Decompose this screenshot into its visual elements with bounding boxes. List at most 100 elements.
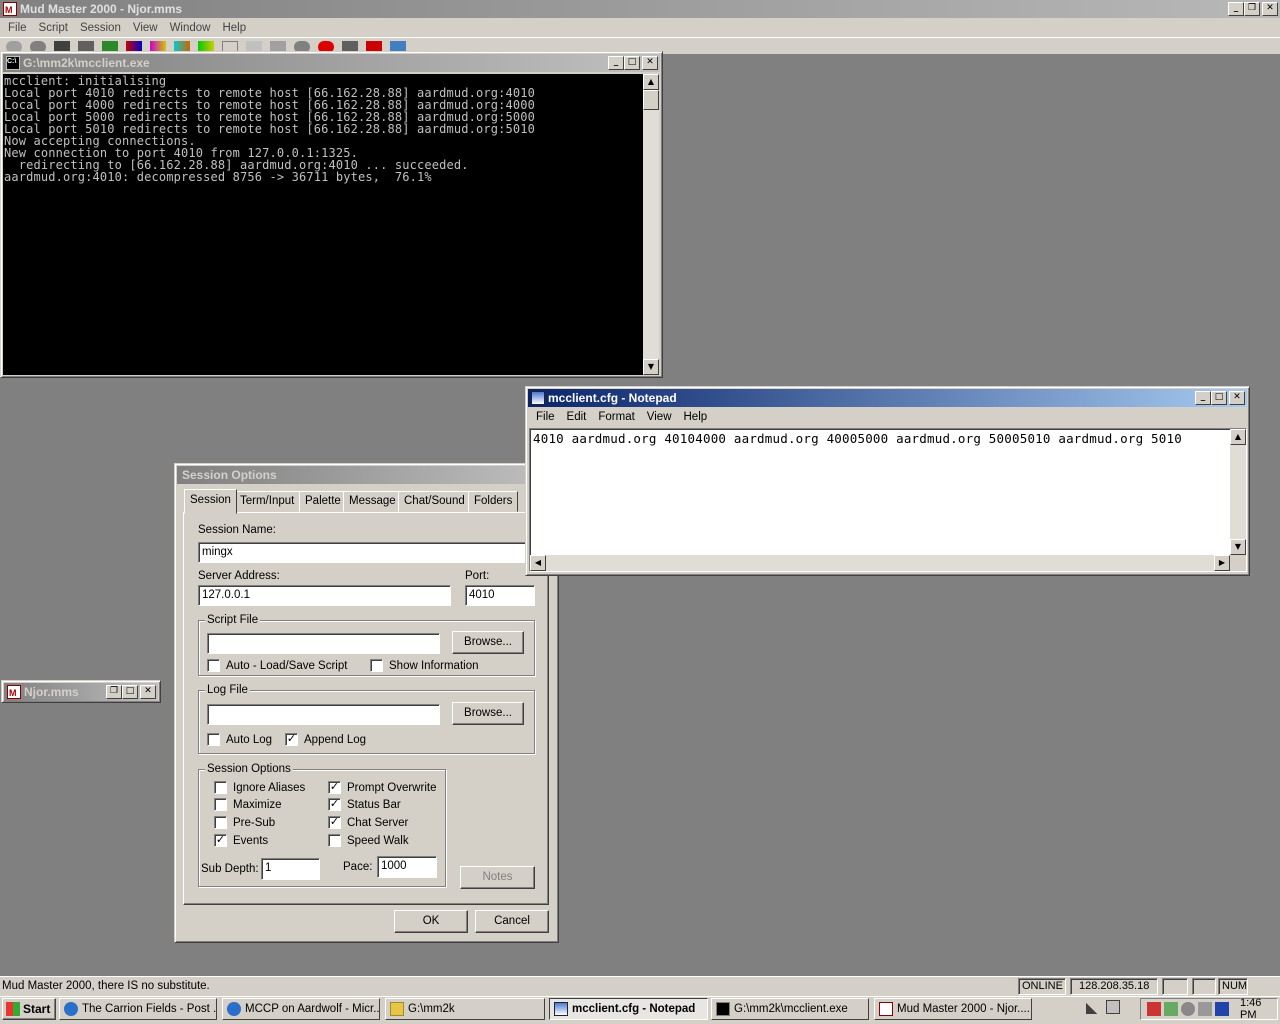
events-row[interactable]: ✓ Events (214, 832, 268, 849)
minimized-session-window[interactable]: M Njor.mms ❐ □ ✕ (1, 680, 161, 703)
ignore-aliases-label: Ignore Aliases (233, 781, 306, 794)
notepad-minimize-button[interactable]: _ (1195, 391, 1211, 405)
tab-message[interactable]: Message (343, 491, 402, 512)
scroll-right-arrow-icon[interactable]: ▶ (1214, 555, 1230, 571)
append-log-checkbox[interactable]: ✓ (285, 733, 298, 746)
taskbar-item-console[interactable]: G:\mm2k\mcclient.exe (711, 998, 869, 1020)
notepad-hscroll[interactable]: ◀ ▶ (530, 555, 1230, 571)
auto-log-checkbox-row[interactable]: Auto Log (207, 731, 272, 748)
pace-field[interactable]: 1000 (377, 856, 437, 878)
notepad-menu-help[interactable]: Help (678, 411, 714, 423)
maximize-row[interactable]: Maximize (214, 796, 282, 813)
log-file-field[interactable] (207, 704, 440, 725)
auto-load-checkbox-row[interactable]: Auto - Load/Save Script (207, 657, 347, 674)
cancel-button[interactable]: Cancel (475, 910, 549, 933)
notepad-close-button[interactable]: ✕ (1229, 391, 1245, 405)
auto-load-checkbox[interactable] (207, 659, 220, 672)
disk-tray-icon[interactable] (1181, 1002, 1195, 1016)
pen-icon[interactable] (1086, 1000, 1100, 1014)
chat-server-checkbox[interactable]: ✓ (328, 816, 341, 829)
notes-button[interactable]: Notes (460, 866, 535, 889)
notepad-vscroll[interactable]: ▲ ▼ (1230, 429, 1246, 555)
dialog-title-bar[interactable]: Session Options (177, 466, 556, 484)
scroll-left-arrow-icon[interactable]: ◀ (530, 555, 546, 571)
speed-walk-row[interactable]: Speed Walk (328, 832, 409, 849)
ignore-aliases-row[interactable]: Ignore Aliases (214, 779, 305, 796)
size-grip-icon[interactable] (1230, 555, 1246, 571)
notepad-menu-format[interactable]: Format (592, 411, 640, 423)
tab-chat-sound[interactable]: Chat/Sound (398, 491, 471, 512)
menu-view[interactable]: View (127, 22, 164, 34)
volume-tray-icon[interactable] (1198, 1002, 1212, 1016)
session-name-field[interactable]: mingx (198, 542, 535, 563)
tab-folders[interactable]: Folders (468, 491, 519, 512)
menu-script[interactable]: Script (33, 22, 74, 34)
log-browse-button[interactable]: Browse... (452, 702, 524, 725)
script-browse-button[interactable]: Browse... (452, 631, 524, 654)
port-field[interactable]: 4010 (465, 585, 535, 606)
notepad-menu-edit[interactable]: Edit (561, 411, 593, 423)
prompt-overwrite-checkbox[interactable]: ✓ (328, 781, 341, 794)
console-title-bar[interactable]: C:\ G:\mm2k\mcclient.exe _ □ ✕ (3, 54, 660, 72)
events-label: Events (233, 834, 269, 847)
restore-button[interactable]: ❐ (1244, 2, 1260, 16)
menu-help[interactable]: Help (216, 22, 252, 34)
menu-session[interactable]: Session (74, 22, 127, 34)
status-bar-row[interactable]: ✓ Status Bar (328, 796, 401, 813)
script-file-field[interactable] (207, 633, 440, 654)
maximize-button[interactable]: □ (122, 685, 138, 699)
console-close-button[interactable]: ✕ (642, 56, 658, 70)
scroll-up-arrow-icon[interactable]: ▲ (643, 74, 659, 90)
restore-button[interactable]: ❐ (106, 685, 122, 699)
pre-sub-row[interactable]: Pre-Sub (214, 814, 275, 831)
notepad-maximize-button[interactable]: □ (1211, 391, 1227, 405)
scroll-down-arrow-icon[interactable]: ▼ (643, 359, 659, 375)
scroll-down-arrow-icon[interactable]: ▼ (1230, 539, 1246, 555)
notepad-menu-view[interactable]: View (641, 411, 678, 423)
minimize-button[interactable]: _ (1228, 2, 1244, 16)
close-button[interactable]: ✕ (140, 685, 156, 699)
shield-icon[interactable] (1215, 1002, 1229, 1016)
notepad-text-area[interactable]: 4010 aardmud.org 40104000 aardmud.org 40… (529, 428, 1247, 572)
console-maximize-button[interactable]: □ (624, 56, 640, 70)
tab-palette[interactable]: Palette (299, 491, 347, 512)
tab-term-input[interactable]: Term/Input (234, 491, 301, 512)
sub-depth-field[interactable]: 1 (261, 858, 320, 880)
network-tray-icon[interactable] (1164, 1002, 1178, 1016)
close-button[interactable]: ✕ (1262, 2, 1278, 16)
menu-window[interactable]: Window (164, 22, 217, 34)
console-output[interactable]: mcclient: initialising Local port 4010 r… (3, 74, 643, 375)
taskbar-item-carrion[interactable]: The Carrion Fields - Post ... (59, 998, 217, 1020)
taskbar-item-mccp[interactable]: MCCP on Aardwolf - Micr... (222, 998, 380, 1020)
prompt-overwrite-row[interactable]: ✓ Prompt Overwrite (328, 779, 436, 796)
show-info-checkbox-row[interactable]: Show Information (370, 657, 479, 674)
mm2k-tray-icon[interactable] (1147, 1002, 1161, 1016)
maximize-checkbox[interactable] (214, 798, 227, 811)
speed-walk-checkbox[interactable] (328, 834, 341, 847)
console-minimize-button[interactable]: _ (608, 56, 624, 70)
auto-log-checkbox[interactable] (207, 733, 220, 746)
ok-button[interactable]: OK (394, 910, 468, 933)
show-info-checkbox[interactable] (370, 659, 383, 672)
main-title-bar[interactable]: M Mud Master 2000 - Njor.mms _ ❐ ✕ (0, 0, 1280, 18)
start-button[interactable]: Start (2, 998, 56, 1020)
notepad-menu-file[interactable]: File (530, 411, 561, 423)
tab-session[interactable]: Session (184, 489, 237, 514)
clock[interactable]: 1:46 PM (1240, 997, 1277, 1021)
pre-sub-checkbox[interactable] (214, 816, 227, 829)
scroll-up-arrow-icon[interactable]: ▲ (1230, 429, 1246, 445)
ignore-aliases-checkbox[interactable] (214, 781, 227, 794)
display-icon[interactable] (1106, 1000, 1120, 1014)
server-address-field[interactable]: 127.0.0.1 (198, 585, 451, 606)
taskbar-item-mm2k[interactable]: Mud Master 2000 - Njor.... (874, 998, 1032, 1020)
events-checkbox[interactable]: ✓ (214, 834, 227, 847)
chat-server-row[interactable]: ✓ Chat Server (328, 814, 408, 831)
menu-file[interactable]: File (2, 22, 33, 34)
scroll-thumb[interactable] (643, 90, 659, 110)
taskbar-item-folder[interactable]: G:\mm2k (385, 998, 545, 1020)
taskbar-item-notepad[interactable]: mcclient.cfg - Notepad (549, 998, 708, 1020)
status-bar-checkbox[interactable]: ✓ (328, 798, 341, 811)
notepad-title-bar[interactable]: mcclient.cfg - Notepad _ □ ✕ (528, 389, 1247, 407)
console-scrollbar[interactable]: ▲ ▼ (643, 74, 659, 375)
append-log-checkbox-row[interactable]: ✓ Append Log (285, 731, 366, 748)
